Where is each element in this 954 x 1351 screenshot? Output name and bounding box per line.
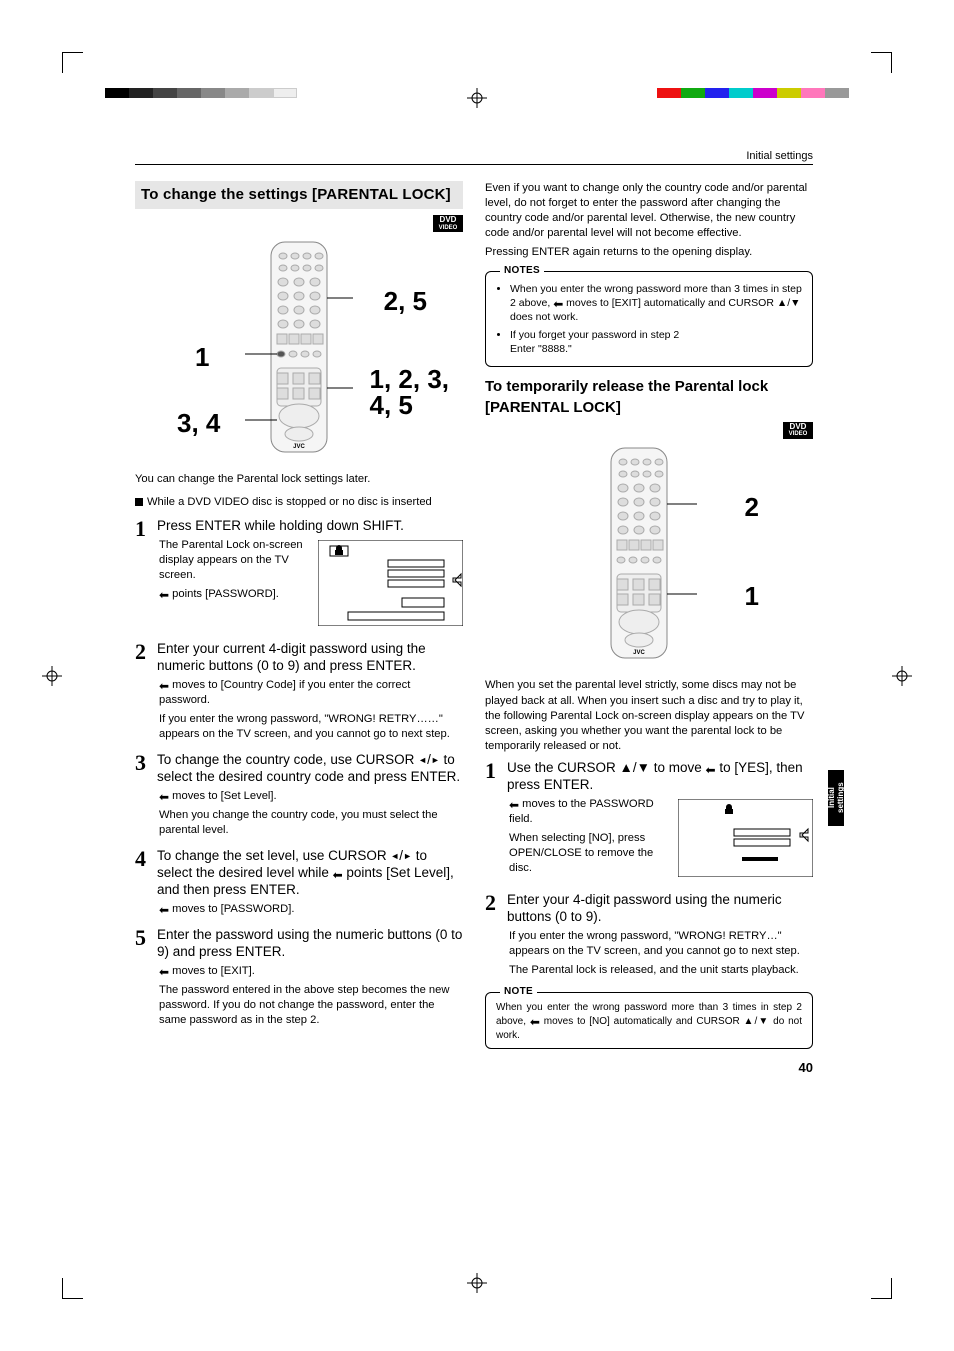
release-intro: When you set the parental level strictly… bbox=[485, 678, 813, 754]
step-5: 5 Enter the password using the numeric b… bbox=[135, 927, 463, 1032]
pointer-icon: ⬅ bbox=[509, 799, 519, 811]
left-column: To change the settings [PARENTAL LOCK] D… bbox=[135, 181, 463, 1077]
note-item: When you enter the wrong password more t… bbox=[510, 282, 802, 325]
color-bar-right bbox=[657, 88, 849, 98]
registration-mark-icon bbox=[467, 1273, 487, 1293]
carry-over-text: Even if you want to change only the coun… bbox=[485, 181, 813, 241]
step-3: 3 To change the country code, use CURSOR… bbox=[135, 752, 463, 842]
pointer-icon: ⬅ bbox=[159, 589, 169, 601]
callout-25: 2, 5 bbox=[384, 284, 427, 319]
step-b2: 2 Enter your 4-digit password using the … bbox=[485, 892, 813, 982]
step-b1: 1 Use the CURSOR ▲/▼ to move ⬅ to [YES],… bbox=[485, 760, 813, 886]
side-tab: Initial settings bbox=[828, 770, 844, 826]
section-title-change: To change the settings [PARENTAL LOCK] bbox=[135, 181, 463, 209]
callout-b2: 2 bbox=[745, 490, 759, 525]
note-item: If you forget your password in step 2Ent… bbox=[510, 328, 802, 356]
pointer-icon: ⬅ bbox=[159, 904, 169, 916]
registration-mark-icon bbox=[467, 88, 487, 108]
callout-1: 1 bbox=[195, 340, 209, 375]
page-number: 40 bbox=[485, 1059, 813, 1077]
step-1: 1 Press ENTER while holding down SHIFT. bbox=[135, 518, 463, 635]
registration-mark-icon bbox=[892, 666, 912, 686]
step-4: 4 To change the set level, use CURSOR ◄/… bbox=[135, 848, 463, 921]
notes-box: NOTES When you enter the wrong password … bbox=[485, 271, 813, 368]
svg-text:JVC: JVC bbox=[633, 650, 645, 656]
callout-b1: 1 bbox=[745, 579, 759, 614]
pointer-icon: ⬅ bbox=[159, 680, 169, 692]
right-column: Even if you want to change only the coun… bbox=[485, 181, 813, 1077]
callout-12345: 1, 2, 3, 4, 5 bbox=[370, 366, 450, 418]
section-title-release: To temporarily release the Parental lock… bbox=[485, 377, 813, 418]
intro-text: You can change the Parental lock setting… bbox=[135, 472, 463, 487]
svg-text:JVC: JVC bbox=[293, 444, 305, 450]
step-2: 2 Enter your current 4-digit password us… bbox=[135, 641, 463, 746]
condition-text: While a DVD VIDEO disc is stopped or no … bbox=[135, 495, 463, 510]
dvd-video-badge: DVDVIDEO bbox=[783, 422, 813, 439]
pointer-icon: ⬅ bbox=[159, 791, 169, 803]
osd-diagram-2 bbox=[678, 799, 813, 877]
header-category: Initial settings bbox=[135, 150, 813, 162]
callout-34: 3, 4 bbox=[177, 406, 220, 441]
color-bar-left bbox=[105, 88, 297, 98]
dvd-video-badge: DVDVIDEO bbox=[433, 215, 463, 232]
note-box-2: NOTE When you enter the wrong password m… bbox=[485, 992, 813, 1050]
carry-over-text-2: Pressing ENTER again returns to the open… bbox=[485, 245, 813, 260]
pointer-icon: ⬅ bbox=[159, 966, 169, 978]
registration-mark-icon bbox=[42, 666, 62, 686]
remote-diagram-2: JVC bbox=[519, 444, 779, 664]
osd-diagram bbox=[318, 540, 463, 626]
